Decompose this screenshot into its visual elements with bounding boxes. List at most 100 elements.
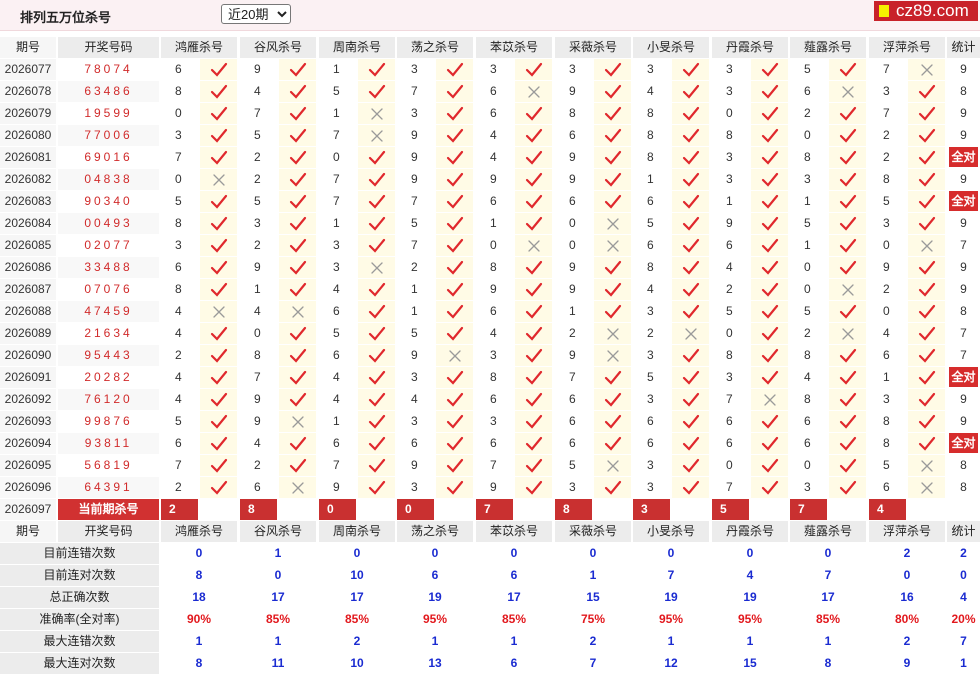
winning-number-cell: 21634 — [84, 326, 133, 340]
check-icon — [908, 323, 945, 344]
kill-number-cell: 3 — [175, 238, 182, 252]
kill-number-cell: 5 — [175, 194, 182, 208]
kill-number-cell: 0 — [883, 238, 890, 252]
kill-number-cell: 7 — [333, 172, 340, 186]
kill-number-cell: 9 — [254, 260, 261, 274]
kill-number-cell: 2 — [804, 106, 811, 120]
table-header-row: 期号 开奖号码 鸿雁杀号 谷风杀号 周南杀号 荡之杀号 苯苡杀号 采薇杀号 小旻杀号 丹霞杀号 薤露… — [0, 37, 980, 59]
stat-value: 12 — [664, 656, 678, 670]
kill-number-cell: 3 — [333, 260, 340, 274]
stat-total-value: 4 — [960, 590, 967, 604]
check-icon — [829, 389, 866, 410]
kill-number-cell: 8 — [804, 150, 811, 164]
check-icon — [279, 455, 316, 476]
winning-number-cell: 47459 — [58, 301, 159, 322]
kill-number-cell: 2 — [254, 458, 261, 472]
check-icon — [515, 213, 552, 234]
kill-number-cell: 1 — [883, 370, 890, 384]
kill-number-cell: 4 — [175, 304, 182, 318]
kill-number-cell: 3 — [569, 480, 576, 494]
check-icon — [279, 257, 316, 278]
table-row: 2026094 93811 6 4 6 6 6 6 6 6 6 8 全对 — [0, 433, 980, 455]
stat-value: 15 — [743, 656, 757, 670]
check-icon — [436, 235, 473, 256]
check-icon — [751, 477, 788, 498]
kill-number-cell: 6 — [490, 84, 497, 98]
correct-count-cell: 9 — [960, 62, 967, 76]
check-icon — [908, 213, 945, 234]
brand-logo[interactable]: cz89.com — [874, 1, 978, 21]
check-icon — [672, 213, 709, 234]
check-icon — [594, 301, 631, 322]
stat-value: 85% — [501, 612, 527, 626]
kill-number-cell: 9 — [490, 172, 497, 186]
kill-number-cell: 6 — [726, 436, 733, 450]
check-icon — [829, 477, 866, 498]
expert-header: 小旻杀号 — [633, 37, 709, 58]
kill-number-cell: 0 — [804, 458, 811, 472]
check-icon — [200, 323, 237, 344]
kill-number-cell: 6 — [175, 436, 182, 450]
check-icon — [358, 411, 395, 432]
check-icon — [829, 411, 866, 432]
stat-value: 85% — [265, 612, 291, 626]
stat-value: 95% — [422, 612, 448, 626]
winning-number-cell: 77006 — [58, 125, 159, 146]
cross-icon — [358, 103, 395, 124]
kill-number-cell: 4 — [490, 326, 497, 340]
stat-value: 1 — [431, 634, 439, 648]
check-icon — [436, 301, 473, 322]
check-icon — [751, 367, 788, 388]
kill-number-cell: 8 — [647, 150, 654, 164]
kill-number-cell: 6 — [804, 414, 811, 428]
check-icon — [594, 389, 631, 410]
check-icon — [908, 411, 945, 432]
correct-count-cell: 8 — [960, 458, 967, 472]
kill-number-cell: 1 — [333, 62, 340, 76]
kill-number-cell: 8 — [647, 106, 654, 120]
kill-number-cell: 4 — [647, 282, 654, 296]
check-icon — [358, 81, 395, 102]
check-icon — [436, 81, 473, 102]
check-icon — [436, 433, 473, 454]
check-icon — [515, 257, 552, 278]
check-icon — [358, 433, 395, 454]
check-icon — [908, 191, 945, 212]
kill-number-cell: 0 — [804, 128, 811, 142]
kill-number-cell: 4 — [726, 260, 733, 274]
check-icon — [436, 367, 473, 388]
kill-number-cell: 3 — [804, 172, 811, 186]
current-kill-number: 5 — [712, 499, 749, 520]
cross-icon — [279, 477, 316, 498]
table-row: 2026092 76120 4 9 4 4 6 6 3 7 8 3 9 — [0, 389, 980, 411]
kill-number-cell: 3 — [333, 238, 340, 252]
current-kill-number: 8 — [555, 499, 592, 520]
kill-number-cell: 7 — [175, 458, 182, 472]
check-icon — [751, 345, 788, 366]
expert-header: 丹霞杀号 — [712, 37, 788, 58]
check-icon — [672, 367, 709, 388]
kill-number-cell: 1 — [804, 238, 811, 252]
check-icon — [358, 59, 395, 80]
kill-number-cell: 3 — [411, 62, 418, 76]
stat-total-value: 0 — [960, 568, 967, 582]
kill-number-cell: 2 — [726, 282, 733, 296]
check-icon — [751, 301, 788, 322]
winning-number-cell: 33488 — [58, 257, 159, 278]
kill-number-cell: 6 — [647, 436, 654, 450]
cross-icon — [594, 323, 631, 344]
check-icon — [594, 433, 631, 454]
kill-number-cell: 3 — [647, 62, 654, 76]
winning-number-cell: 19599 — [84, 106, 133, 120]
winning-number-cell: 95443 — [58, 345, 159, 366]
period-cell: 2026087 — [0, 279, 56, 300]
period-range-select[interactable]: 近20期 — [221, 4, 291, 24]
kill-number-cell: 3 — [490, 348, 497, 362]
check-icon — [908, 169, 945, 190]
stat-value: 1 — [667, 634, 675, 648]
kill-number-cell: 8 — [804, 392, 811, 406]
kill-number-cell: 3 — [647, 480, 654, 494]
period-cell: 2026097 — [0, 499, 56, 520]
kill-number-cell: 5 — [804, 216, 811, 230]
check-icon — [279, 125, 316, 146]
